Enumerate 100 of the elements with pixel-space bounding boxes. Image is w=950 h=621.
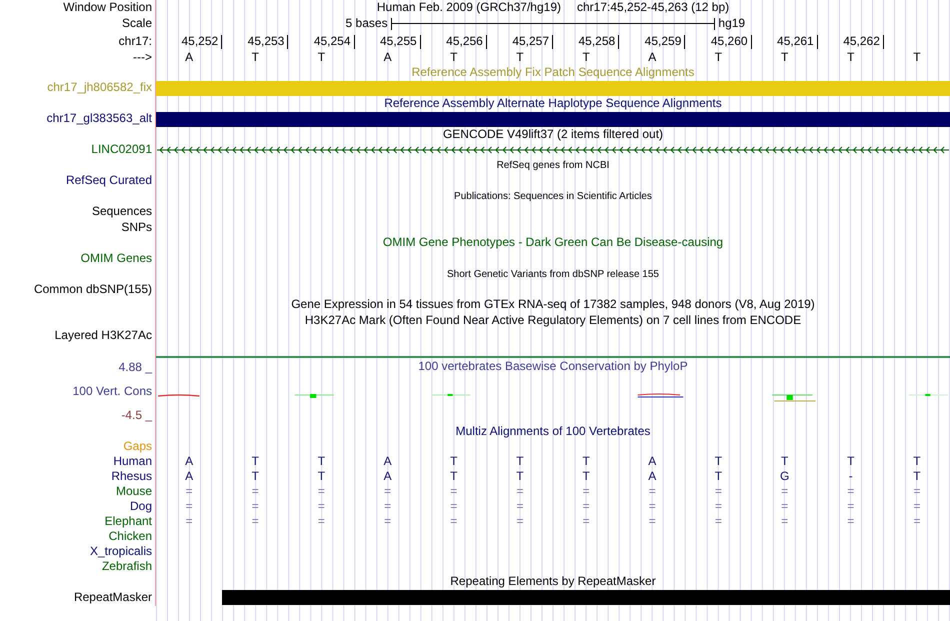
base-letter: T: [714, 470, 722, 484]
base-letter: T: [318, 51, 326, 65]
species-label: Elephant: [104, 515, 152, 529]
tick-mark: [552, 34, 554, 48]
species-label: X_tropicalis: [90, 545, 152, 559]
track-label: chr17_gl383563_alt: [46, 112, 152, 126]
base-letter: =: [847, 515, 854, 529]
position-label: 45,255: [380, 34, 417, 48]
base-letter: =: [648, 500, 656, 514]
base-letter: A: [648, 51, 656, 65]
position-label: 45,262: [843, 34, 880, 48]
track-label: RepeatMasker: [74, 590, 152, 605]
tick-mark: [420, 34, 421, 48]
base-letter: =: [252, 485, 259, 499]
base-letter: T: [913, 470, 921, 484]
tick-mark: [618, 34, 620, 48]
base-letter: T: [582, 455, 590, 469]
axis-label: 4.88 _: [118, 360, 152, 374]
base-letter: G: [780, 470, 790, 484]
base-letter: T: [450, 470, 458, 484]
track-title: Repeating Elements by RepeatMasker: [450, 575, 656, 590]
base-letter: T: [780, 455, 788, 469]
base-letter: =: [516, 515, 524, 529]
track-title: RefSeq genes from NCBI: [496, 160, 610, 172]
base-letter: T: [847, 51, 854, 65]
base-letter: =: [318, 515, 325, 529]
tick-mark: [684, 34, 686, 48]
base-letter: A: [384, 470, 392, 484]
base-letter: T: [450, 455, 458, 469]
position-label: 45,258: [578, 34, 616, 48]
tick-mark: [882, 34, 884, 48]
base-letter: T: [913, 455, 921, 469]
species-label: Gaps: [123, 440, 152, 454]
base-letter: T: [582, 51, 590, 65]
position-label: 45,261: [777, 34, 814, 48]
base-letter: =: [516, 500, 524, 514]
track-label: OMIM Genes: [80, 252, 152, 266]
base-letter: A: [185, 470, 194, 484]
base-letter: =: [648, 515, 656, 529]
species-label: Dog: [130, 500, 152, 514]
base-letter: =: [781, 500, 788, 514]
tick-mark: [221, 34, 222, 48]
base-letter: =: [913, 485, 920, 499]
base-letter: =: [384, 515, 392, 529]
strand-label: --->: [133, 51, 152, 65]
tick-mark: [486, 34, 487, 48]
base-letter: =: [847, 485, 854, 499]
position-label: 45,257: [512, 34, 550, 48]
tick-mark: [287, 34, 288, 48]
base-letter: T: [318, 470, 326, 484]
base-letter: =: [186, 485, 193, 499]
track-title: Publications: Sequences in Scientific Articles: [454, 191, 652, 202]
base-letter: =: [450, 515, 458, 529]
track-title: H3K27Ac Mark (Often Found Near Active Regulatory Elements) on 7 cell lines from ENCODE: [304, 314, 802, 328]
base-letter: =: [582, 515, 590, 529]
tick-mark: [750, 34, 752, 48]
base-letter: =: [318, 485, 325, 499]
base-letter: T: [714, 51, 722, 65]
base-letter: =: [450, 485, 458, 499]
position-label: 45,252: [181, 34, 218, 48]
scale-text: 5 bases: [344, 17, 388, 31]
track-label: LINC02091: [91, 143, 152, 158]
track-title: Short Genetic Variants from dbSNP release 155: [447, 268, 659, 280]
track-title: Multiz Alignments of 100 Vertebrates: [456, 425, 650, 439]
base-letter: =: [913, 515, 920, 529]
position-label: 45,260: [710, 34, 748, 48]
species-label: Rhesus: [111, 470, 152, 484]
track-label: 100 Vert. Cons: [72, 384, 152, 398]
base-letter: T: [450, 51, 458, 65]
species-label: Human: [113, 455, 152, 469]
position-label: 45,259: [644, 34, 682, 48]
track-title: GENCODE V49lift37 (2 items filtered out): [442, 128, 664, 142]
base-letter: A: [185, 455, 194, 469]
track-label: Common dbSNP(155): [34, 282, 152, 297]
base-letter: =: [582, 485, 590, 499]
base-letter: =: [913, 500, 920, 514]
base-letter: =: [186, 500, 193, 514]
base-letter: =: [714, 500, 722, 514]
base-letter: =: [516, 485, 524, 499]
base-letter: =: [714, 515, 722, 529]
base-letter: =: [648, 485, 656, 499]
assembly-title: Human Feb. 2009 (GRCh37/hg19): [376, 1, 561, 15]
base-letter: A: [648, 470, 656, 484]
position-label: 45,253: [248, 34, 284, 48]
track-title: OMIM Gene Phenotypes - Dark Green Can Be Disease-causing: [382, 236, 724, 250]
base-letter: =: [186, 515, 193, 529]
position-label: 45,256: [446, 34, 483, 48]
base-letter: T: [516, 51, 524, 65]
row-label: Scale: [122, 17, 152, 31]
assembly-name: hg19: [718, 17, 746, 31]
base-letter: =: [847, 500, 854, 514]
track-label: Sequences: [92, 205, 152, 220]
base-letter: =: [450, 500, 458, 514]
species-label: Zebrafish: [102, 560, 152, 574]
base-letter: T: [252, 470, 259, 484]
base-letter: =: [384, 485, 392, 499]
base-letter: =: [384, 500, 392, 514]
row-label: Window Position: [63, 1, 152, 15]
tick-mark: [816, 34, 818, 48]
base-letter: =: [781, 485, 788, 499]
